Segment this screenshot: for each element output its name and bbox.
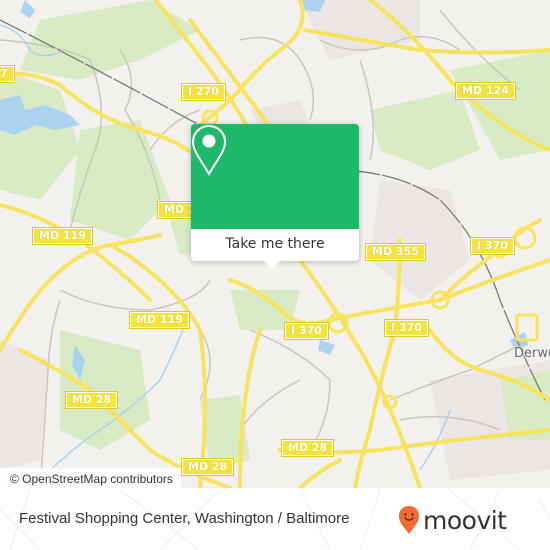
location-pin-icon [191,124,227,176]
road-shield-i370-west: I 370 [284,322,329,340]
footer-bar: Festival Shopping Center, Washington / B… [0,490,550,550]
location-title: Festival Shopping Center, Washington / B… [19,510,350,527]
map[interactable]: I 270 MD 124 MD 1 MD 119 MD 119 MD 355 I… [0,0,550,488]
road-shield-md28-south: MD 28 [180,458,235,476]
road-shield-md124: MD 124 [455,82,516,100]
take-me-there-button[interactable]: Take me there [191,229,359,261]
road-shield-i370-center: I 370 [384,319,429,337]
popup-header [191,124,359,229]
road-shield-i270: I 270 [181,83,226,101]
road-shield-edge: 7 [0,65,15,83]
road-shield-md119-north: MD 119 [32,227,93,245]
moovit-logo[interactable]: moovit [398,500,507,540]
popup-pointer [264,261,280,269]
map-attribution[interactable]: © OpenStreetMap contributors [0,468,181,488]
road-shield-md28-center: MD 28 [280,439,335,457]
road-shield-md119-south: MD 119 [129,311,190,329]
road-shield-md355: MD 355 [365,243,426,261]
destination-popup: Take me there [191,124,359,261]
moovit-face-pin-icon [399,506,419,534]
road-shield-i370-east: I 370 [470,237,515,255]
place-label-derwood: Derwo [514,346,550,361]
moovit-wordmark: moovit [423,505,507,535]
road-shield-md28-west: MD 28 [64,391,119,409]
